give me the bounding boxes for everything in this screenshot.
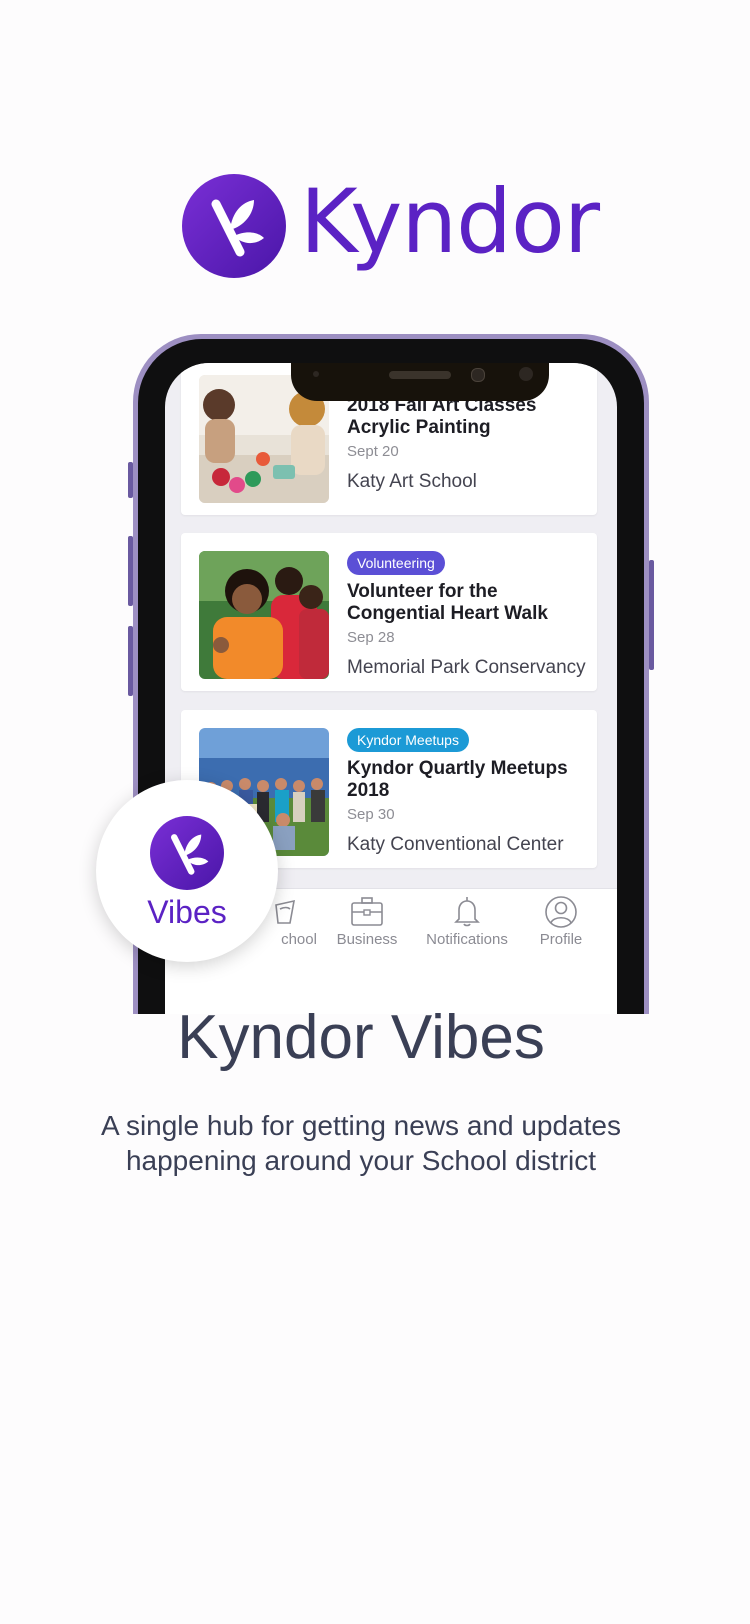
hero-subtitle: A single hub for getting news and update…	[101, 1110, 621, 1176]
category-tag: Kyndor Meetups	[347, 728, 469, 752]
phone-side-button	[649, 560, 654, 670]
phone-side-button	[128, 626, 133, 696]
briefcase-icon	[351, 897, 383, 926]
tab-profile[interactable]: Profile	[511, 895, 611, 965]
vibes-badge: Vibes	[96, 780, 278, 962]
event-title: 2018 Fall Art Classes Acrylic Painting	[347, 395, 537, 438]
tab-label: Notifications	[426, 931, 508, 948]
kyndor-leaf-icon	[182, 174, 286, 278]
category-tag: Volunteering	[347, 551, 445, 575]
event-date: Sep 28	[347, 629, 395, 646]
tab-label: Business	[336, 931, 398, 948]
phone-side-button	[128, 462, 133, 498]
bell-icon	[454, 897, 480, 927]
tab-business[interactable]: Business	[317, 895, 417, 965]
tab-label: Profile	[539, 931, 583, 948]
kyndor-leaf-icon	[150, 816, 224, 890]
profile-icon	[545, 896, 577, 928]
event-title: Kyndor Quartly Meetups 2018	[347, 758, 568, 801]
event-title: Volunteer for the Congential Heart Walk	[347, 581, 548, 624]
phone-notch	[291, 363, 549, 401]
event-date: Sept 20	[347, 443, 399, 460]
event-venue: Memorial Park Conservancy	[347, 657, 586, 678]
hero-title: Kyndor Vibes	[177, 1003, 545, 1072]
event-venue: Katy Conventional Center	[347, 834, 564, 855]
brand-header: Kyndor	[0, 0, 750, 300]
event-date: Sep 30	[347, 806, 395, 823]
event-venue: Katy Art School	[347, 471, 477, 492]
event-image	[199, 551, 329, 679]
tab-notifications[interactable]: Notifications	[417, 895, 517, 965]
vibes-label: Vibes	[147, 894, 227, 930]
event-card[interactable]: Volunteering Volunteer for the Congentia…	[181, 533, 597, 691]
brand-name: Kyndor	[300, 170, 600, 273]
phone-side-button	[128, 536, 133, 606]
